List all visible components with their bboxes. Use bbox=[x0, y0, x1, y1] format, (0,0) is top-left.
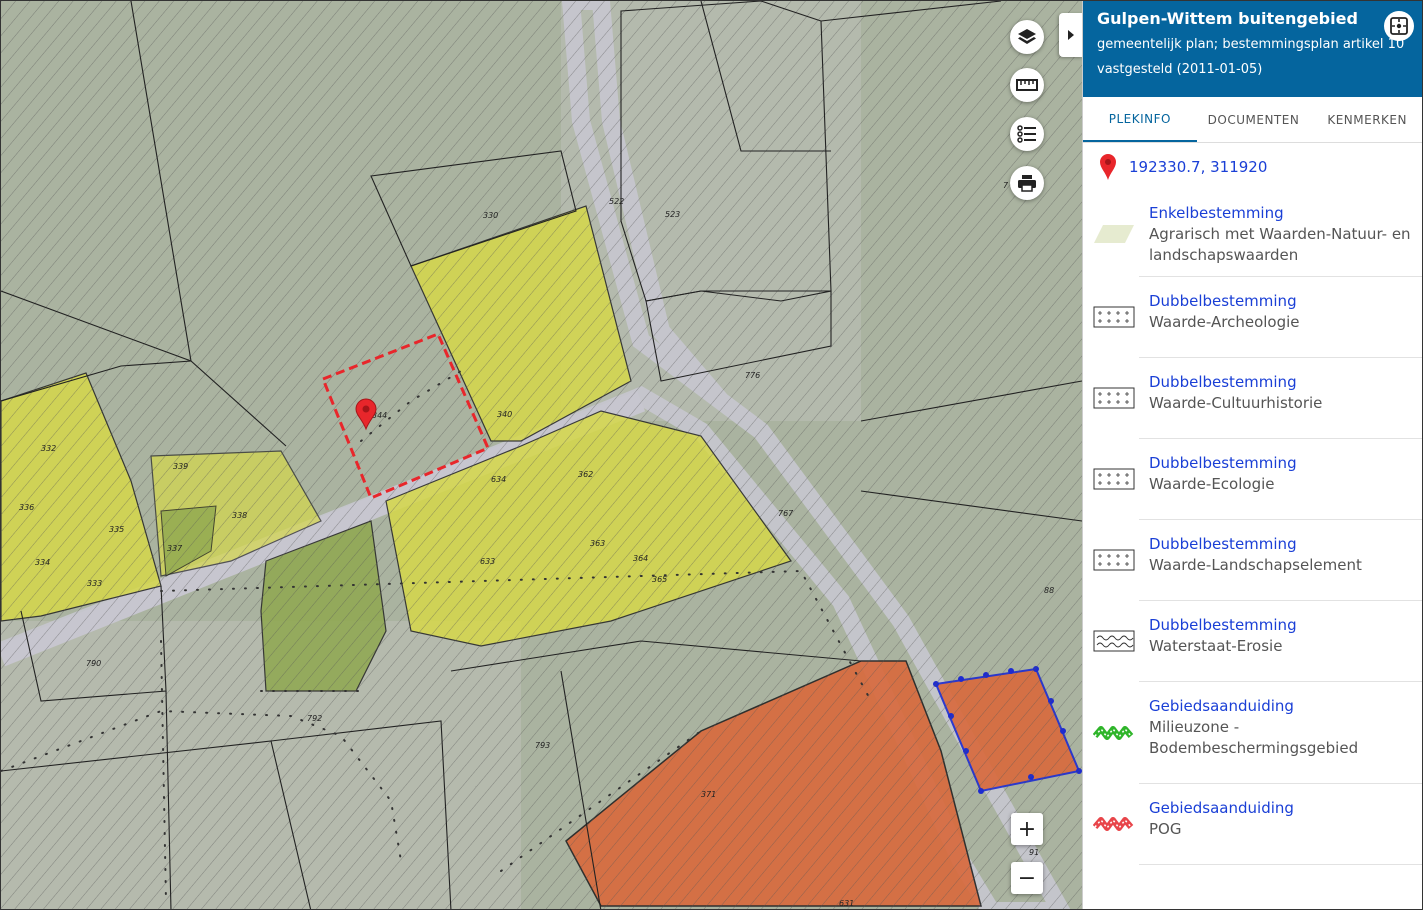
print-icon bbox=[1018, 175, 1036, 192]
entry-desc: Waarde-Ecologie bbox=[1149, 475, 1275, 493]
layers-button[interactable] bbox=[1010, 20, 1044, 54]
entry-title[interactable]: Gebiedsaanduiding bbox=[1149, 798, 1294, 819]
green-zigzag-icon bbox=[1093, 725, 1134, 740]
entry-desc: Waarde-Landschapselement bbox=[1149, 556, 1362, 574]
coordinate-row: 192330.7, 311920 bbox=[1083, 143, 1422, 191]
legend-list-icon bbox=[1017, 125, 1036, 143]
entry-desc: Waarde-Archeologie bbox=[1149, 313, 1300, 331]
parcel-label: 793 bbox=[535, 741, 550, 750]
panel-header: Gulpen-Wittem buitengebied gemeentelijk … bbox=[1083, 1, 1422, 97]
measure-button[interactable] bbox=[1010, 68, 1044, 102]
plan-entries-list: Enkelbestemming Agrarisch met Waarden-Na… bbox=[1083, 191, 1422, 865]
tab-kenmerken[interactable]: KENMERKEN bbox=[1310, 97, 1422, 142]
layers-icon bbox=[1018, 29, 1036, 44]
parcel-label: 522 bbox=[609, 197, 624, 206]
list-item[interactable]: Dubbelbestemming Waarde-Cultuurhistorie bbox=[1093, 358, 1422, 439]
parcel-label: 633 bbox=[480, 557, 495, 566]
list-item[interactable]: Dubbelbestemming Waarde-Landschapselemen… bbox=[1093, 520, 1422, 601]
list-item[interactable]: Dubbelbestemming Waarde-Archeologie bbox=[1093, 277, 1422, 358]
parcel-label: 790 bbox=[86, 659, 101, 668]
plus-grid-icon bbox=[1093, 387, 1135, 409]
parcel-label: 332 bbox=[41, 444, 56, 453]
agrarisch-swatch-icon bbox=[1094, 224, 1134, 243]
wave-box-icon bbox=[1093, 630, 1135, 652]
parcel-label: 362 bbox=[578, 470, 593, 479]
parcel-label: 792 bbox=[307, 714, 322, 723]
legend-button[interactable] bbox=[1010, 117, 1044, 151]
entry-desc: Waarde-Cultuurhistorie bbox=[1149, 394, 1323, 412]
zoom-in-button[interactable]: + bbox=[1011, 813, 1043, 845]
list-item[interactable]: Enkelbestemming Agrarisch met Waarden-Na… bbox=[1094, 191, 1422, 277]
entry-title[interactable]: Dubbelbestemming bbox=[1149, 372, 1322, 393]
entry-desc: Waterstaat-Erosie bbox=[1149, 637, 1283, 655]
parcel-label: 330 bbox=[483, 211, 498, 220]
caret-right-icon bbox=[1068, 30, 1074, 40]
list-item[interactable]: Gebiedsaanduiding Milieuzone - Bodembesc… bbox=[1093, 682, 1422, 784]
panel-tabs: PLEKINFO DOCUMENTEN KENMERKEN bbox=[1083, 97, 1422, 143]
collapse-panel-button[interactable] bbox=[1059, 13, 1083, 57]
plus-grid-icon bbox=[1093, 306, 1135, 328]
plan-status: vastgesteld (2011-01-05) bbox=[1097, 62, 1263, 77]
parcel-label: 339 bbox=[173, 462, 188, 471]
parcel-label: 363 bbox=[590, 539, 605, 548]
parcel-label: 333 bbox=[87, 579, 102, 588]
list-item[interactable]: Dubbelbestemming Waterstaat-Erosie bbox=[1093, 601, 1422, 682]
parcel-label: 631 bbox=[839, 899, 854, 908]
entry-title[interactable]: Dubbelbestemming bbox=[1149, 534, 1362, 555]
app-window: 330 522 523 340 344 332 339 336 335 338 … bbox=[0, 0, 1423, 910]
parcel-label: 337 bbox=[167, 544, 183, 553]
zoom-to-extent-button[interactable] bbox=[1384, 11, 1414, 41]
parcel-label: 371 bbox=[701, 790, 716, 799]
entry-desc: Milieuzone - Bodembeschermingsgebied bbox=[1149, 718, 1359, 757]
info-panel: Gulpen-Wittem buitengebied gemeentelijk … bbox=[1082, 1, 1422, 909]
list-item[interactable]: Gebiedsaanduiding POG bbox=[1093, 784, 1422, 865]
parcel-label: 523 bbox=[665, 210, 680, 219]
map-canvas[interactable]: 330 522 523 340 344 332 339 336 335 338 … bbox=[1, 1, 1082, 910]
parcel-label: 340 bbox=[497, 410, 512, 419]
parcel-label: 335 bbox=[109, 525, 124, 534]
parcel-label: 364 bbox=[633, 554, 648, 563]
entry-desc: Agrarisch met Waarden-Natuur- en landsch… bbox=[1149, 225, 1411, 264]
parcel-label: 634 bbox=[491, 475, 506, 484]
map-view[interactable]: 330 522 523 340 344 332 339 336 335 338 … bbox=[1, 1, 1082, 910]
red-zigzag-icon bbox=[1093, 817, 1134, 831]
parcel-label: 334 bbox=[35, 558, 50, 567]
entry-title[interactable]: Dubbelbestemming bbox=[1149, 615, 1297, 636]
entry-title[interactable]: Dubbelbestemming bbox=[1149, 291, 1300, 312]
coordinates-text: 192330.7, 311920 bbox=[1129, 158, 1268, 176]
parcel-label: 767 bbox=[778, 509, 794, 518]
tab-plekinfo[interactable]: PLEKINFO bbox=[1083, 97, 1197, 142]
parcel-label: 336 bbox=[19, 503, 34, 512]
parcel-label: 88 bbox=[1044, 586, 1054, 595]
plan-title: Gulpen-Wittem buitengebied bbox=[1097, 9, 1358, 28]
entry-title[interactable]: Dubbelbestemming bbox=[1149, 453, 1297, 474]
parcel-label: 776 bbox=[745, 371, 760, 380]
extent-icon bbox=[1390, 17, 1408, 35]
plus-grid-icon bbox=[1093, 468, 1135, 490]
entry-desc: POG bbox=[1149, 820, 1182, 838]
parcel-label: 365 bbox=[652, 575, 667, 584]
print-button[interactable] bbox=[1010, 166, 1044, 200]
parcel-label: 338 bbox=[232, 511, 247, 520]
list-item[interactable]: Dubbelbestemming Waarde-Ecologie bbox=[1093, 439, 1422, 520]
plan-subtitle: gemeentelijk plan; bestemmingsplan artik… bbox=[1097, 37, 1405, 52]
entry-title[interactable]: Gebiedsaanduiding bbox=[1149, 696, 1416, 717]
tab-documenten[interactable]: DOCUMENTEN bbox=[1197, 97, 1311, 142]
ruler-icon bbox=[1016, 79, 1038, 91]
map-pin-icon bbox=[1100, 154, 1116, 180]
entry-title[interactable]: Enkelbestemming bbox=[1149, 203, 1416, 224]
parcel-label: 91 bbox=[1029, 848, 1039, 857]
zoom-out-button[interactable]: − bbox=[1011, 862, 1043, 894]
plus-grid-icon bbox=[1093, 549, 1135, 571]
